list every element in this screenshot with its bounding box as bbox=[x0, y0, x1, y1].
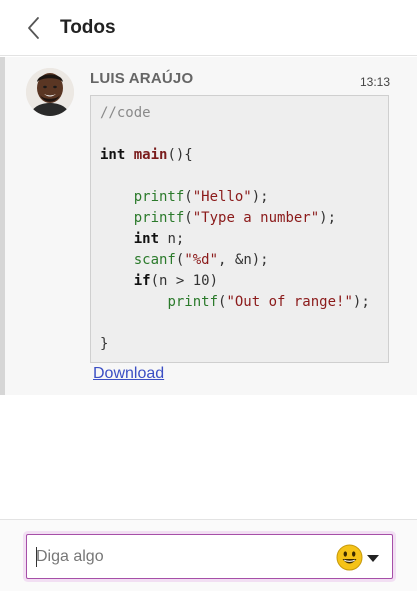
code-token: } bbox=[100, 336, 109, 352]
code-token: int bbox=[133, 231, 160, 247]
code-token: "Type a number" bbox=[192, 210, 320, 226]
code-line: //code bbox=[100, 103, 388, 124]
code-token: "Out of range!" bbox=[226, 294, 353, 310]
smiley-emoji-icon bbox=[336, 544, 363, 571]
code-token: n; bbox=[159, 231, 185, 247]
code-token: //code bbox=[100, 105, 151, 121]
code-token: int bbox=[100, 147, 126, 163]
code-token: ); bbox=[352, 294, 370, 310]
code-token: ); bbox=[319, 210, 337, 226]
code-line: } bbox=[100, 334, 388, 355]
code-line: printf("Out of range!"); bbox=[100, 292, 388, 313]
message-author[interactable]: LUIS ARAÚJO bbox=[90, 70, 193, 87]
code-token: ( bbox=[184, 189, 193, 205]
message-item: LUIS ARAÚJO 13:13 //code int main(){ prin… bbox=[0, 57, 417, 395]
code-line: scanf("%d", &n); bbox=[100, 250, 388, 271]
code-token: scanf bbox=[133, 252, 176, 268]
code-block: //code int main(){ printf("Hello"); print… bbox=[90, 95, 389, 363]
back-button[interactable] bbox=[22, 13, 44, 43]
caret-down-icon bbox=[367, 555, 379, 562]
user-avatar[interactable] bbox=[26, 68, 74, 116]
text-caret bbox=[36, 547, 37, 567]
code-token: , &n); bbox=[218, 252, 269, 268]
code-token: ( bbox=[184, 210, 193, 226]
code-token: (){ bbox=[167, 147, 193, 163]
code-line: printf("Hello"); bbox=[100, 187, 388, 208]
message-input[interactable] bbox=[36, 543, 326, 571]
emoji-dropdown-button[interactable] bbox=[366, 551, 380, 563]
message-time: 13:13 bbox=[359, 75, 390, 89]
download-link[interactable]: Download bbox=[93, 365, 164, 383]
code-token: main bbox=[133, 147, 168, 163]
avatar-image bbox=[26, 68, 74, 116]
chat-header: Todos bbox=[0, 0, 417, 56]
code-token: if bbox=[133, 273, 151, 289]
emoji-button[interactable] bbox=[336, 544, 363, 571]
code-token: ); bbox=[251, 189, 269, 205]
code-token: "Hello" bbox=[192, 189, 252, 205]
code-token: "%d" bbox=[184, 252, 219, 268]
code-token: printf bbox=[133, 189, 185, 205]
code-token: printf bbox=[133, 210, 185, 226]
composer-bar bbox=[0, 519, 417, 591]
code-token: (n > 10) bbox=[150, 273, 219, 289]
composer-box bbox=[26, 534, 393, 579]
code-line: if(n > 10) bbox=[100, 271, 388, 292]
chevron-left-icon bbox=[28, 16, 39, 39]
code-line: printf("Type a number"); bbox=[100, 208, 388, 229]
code-line: int n; bbox=[100, 229, 388, 250]
code-token: printf bbox=[167, 294, 219, 310]
channel-title: Todos bbox=[60, 16, 116, 38]
code-line: int main(){ bbox=[100, 145, 388, 166]
